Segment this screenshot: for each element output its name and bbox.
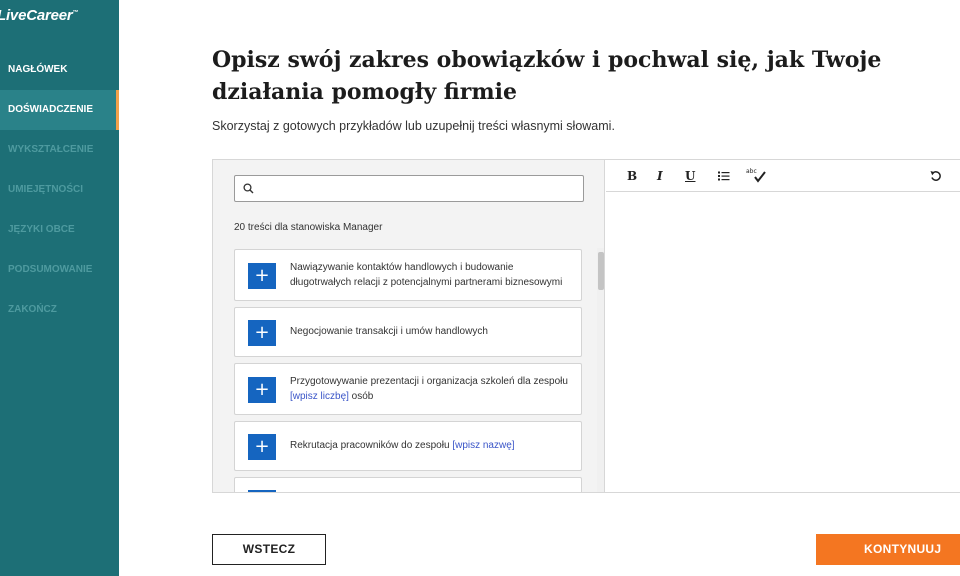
page-subtitle: Skorzystaj z gotowych przykładów lub uzu… <box>212 119 615 133</box>
example-text: Przygotowywanie prezentacji i organizacj… <box>290 376 568 402</box>
text-editor[interactable] <box>606 193 960 492</box>
underline-button[interactable]: U <box>685 169 695 183</box>
sidebar-item-doswiadczenie[interactable]: DOŚWIADCZENIE <box>0 90 119 130</box>
add-icon[interactable]: + <box>248 377 276 403</box>
example-item[interactable]: + Negocjowanie transakcji i umów handlow… <box>234 307 582 357</box>
sidebar-item-podsumowanie: PODSUMOWANIE <box>8 264 93 275</box>
add-icon[interactable]: + <box>248 490 276 492</box>
search-box[interactable] <box>234 175 584 202</box>
continue-button[interactable]: KONTYNUUJ <box>816 534 960 565</box>
editor-toolbar: B I U abc <box>606 160 960 192</box>
bold-button[interactable]: B <box>627 169 637 183</box>
sidebar-item-naglowek[interactable]: NAGŁÓWEK <box>0 50 119 90</box>
logo-trademark: ™ <box>72 10 79 16</box>
logo[interactable]: LiveCareer™ <box>0 7 79 24</box>
add-icon[interactable]: + <box>248 320 276 346</box>
add-icon[interactable]: + <box>248 434 276 460</box>
example-text: Nawiązywanie kontaktów handlowych i budo… <box>290 262 563 288</box>
italic-button[interactable]: I <box>657 169 663 183</box>
search-input[interactable] <box>259 179 579 198</box>
bullet-list-icon[interactable] <box>718 170 730 184</box>
sidebar: LiveCareer™ NAGŁÓWEK DOŚWIADCZENIE WYKSZ… <box>0 0 119 576</box>
svg-text:abc: abc <box>746 168 757 175</box>
back-button[interactable]: WSTECZ <box>212 534 326 565</box>
examples-pane: 20 treści dla stanowiska Manager + Nawią… <box>213 160 605 492</box>
search-icon <box>243 183 254 194</box>
example-item[interactable]: + Rekrutacja pracowników do zespołu [wpi… <box>234 421 582 471</box>
content-panel: 20 treści dla stanowiska Manager + Nawią… <box>212 159 960 493</box>
sidebar-item-jezyki-obce: JĘZYKI OBCE <box>8 224 75 235</box>
sidebar-item-umiejetnosci: UMIEJĘTNOŚCI <box>8 184 84 195</box>
add-icon[interactable]: + <box>248 263 276 289</box>
spellcheck-icon[interactable]: abc <box>746 167 770 186</box>
placeholder-link[interactable]: [wpisz nazwę] <box>452 440 514 451</box>
sidebar-item-zakoncz: ZAKOŃCZ <box>8 304 57 315</box>
undo-icon[interactable] <box>930 170 942 185</box>
logo-text: LiveCareer <box>0 7 73 24</box>
example-text: Rekrutacja pracowników do zespołu [wpisz… <box>290 440 515 451</box>
placeholder-link[interactable]: [wpisz liczbę] <box>290 391 349 402</box>
examples-count: 20 treści dla stanowiska Manager <box>234 222 383 233</box>
example-text: Negocjowanie transakcji i umów handlowyc… <box>290 326 488 337</box>
scrollbar-thumb[interactable] <box>598 252 604 290</box>
example-item[interactable]: + Nawiązywanie kontaktów handlowych i bu… <box>234 249 582 301</box>
example-item[interactable]: + Przygotowywanie prezentacji i organiza… <box>234 363 582 415</box>
example-item[interactable]: + <box>234 477 582 492</box>
page-title: Opisz swój zakres obowiązków i pochwal s… <box>212 47 882 105</box>
sidebar-item-wyksztalcenie: WYKSZTAŁCENIE <box>8 144 94 155</box>
